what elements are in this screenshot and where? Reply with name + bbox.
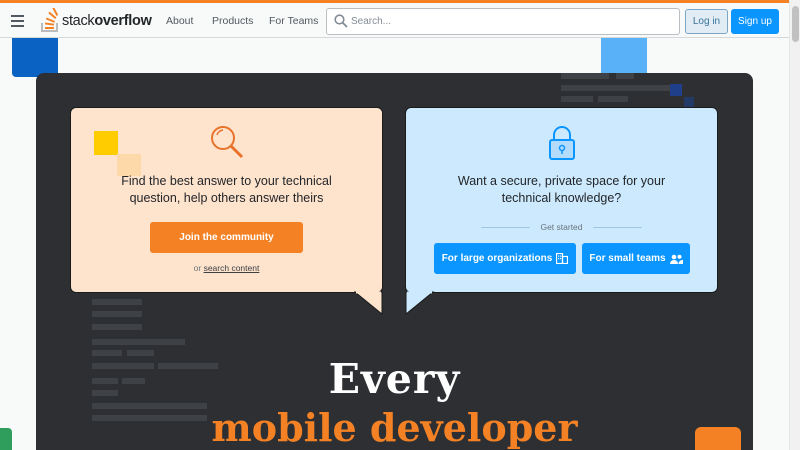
small-teams-label: For small teams (589, 253, 666, 264)
decor-bar (92, 311, 142, 317)
speech-tail (354, 291, 383, 315)
search-content-link[interactable]: search content (204, 263, 260, 273)
decor-bar (598, 96, 628, 102)
or-search-content: or search content (193, 263, 260, 273)
stackoverflow-logo-icon (41, 8, 59, 32)
people-icon (669, 254, 683, 264)
search-icon (334, 14, 348, 28)
signup-button[interactable]: Sign up (731, 9, 779, 34)
search-box[interactable] (326, 8, 680, 35)
community-text-line1: Find the best answer to your technical (121, 174, 332, 188)
teams-text-line2: technical knowledge? (501, 191, 622, 205)
decor-square (695, 427, 741, 450)
large-organizations-button[interactable]: For large organizations (434, 243, 576, 274)
nav-for-teams[interactable]: For Teams (269, 15, 318, 27)
lock-icon (549, 126, 575, 160)
magnifier-icon (211, 126, 244, 159)
decor-square (12, 38, 58, 77)
divider (593, 227, 642, 228)
decor-bar (561, 73, 609, 79)
decor-bar (92, 324, 142, 330)
decor-bar (92, 339, 185, 345)
join-community-button[interactable]: Join the community (150, 222, 303, 253)
small-teams-button[interactable]: For small teams (582, 243, 690, 274)
hero-headline-line1: Every (328, 355, 461, 403)
building-icon (556, 253, 569, 264)
nav-products[interactable]: Products (212, 15, 253, 27)
top-bar: stackoverflow About Products For Teams L… (0, 0, 800, 38)
decor-bar (92, 299, 142, 305)
login-button[interactable]: Log in (685, 9, 728, 34)
decor-bar (616, 73, 634, 79)
search-input[interactable] (351, 13, 671, 30)
decor-bar (561, 85, 673, 91)
page-scrollbar[interactable] (789, 0, 800, 450)
get-started-label: Get started (540, 222, 583, 232)
teams-text-line1: Want a secure, private space for your (457, 174, 666, 188)
logo-text: stackoverflow (62, 13, 152, 29)
decor-square (684, 97, 694, 107)
scrollbar-thumb[interactable] (792, 6, 799, 42)
decor-square (670, 84, 682, 96)
large-organizations-label: For large organizations (441, 253, 553, 264)
community-text-line2: question, help others answer theirs (129, 191, 324, 205)
decor-square (601, 38, 647, 74)
speech-tail (405, 291, 435, 315)
menu-icon[interactable] (11, 15, 24, 27)
nav-about[interactable]: About (166, 15, 193, 27)
decor-square (94, 131, 118, 155)
decor-bar (561, 96, 593, 102)
hero-headline-line2: mobile developer (211, 405, 578, 450)
